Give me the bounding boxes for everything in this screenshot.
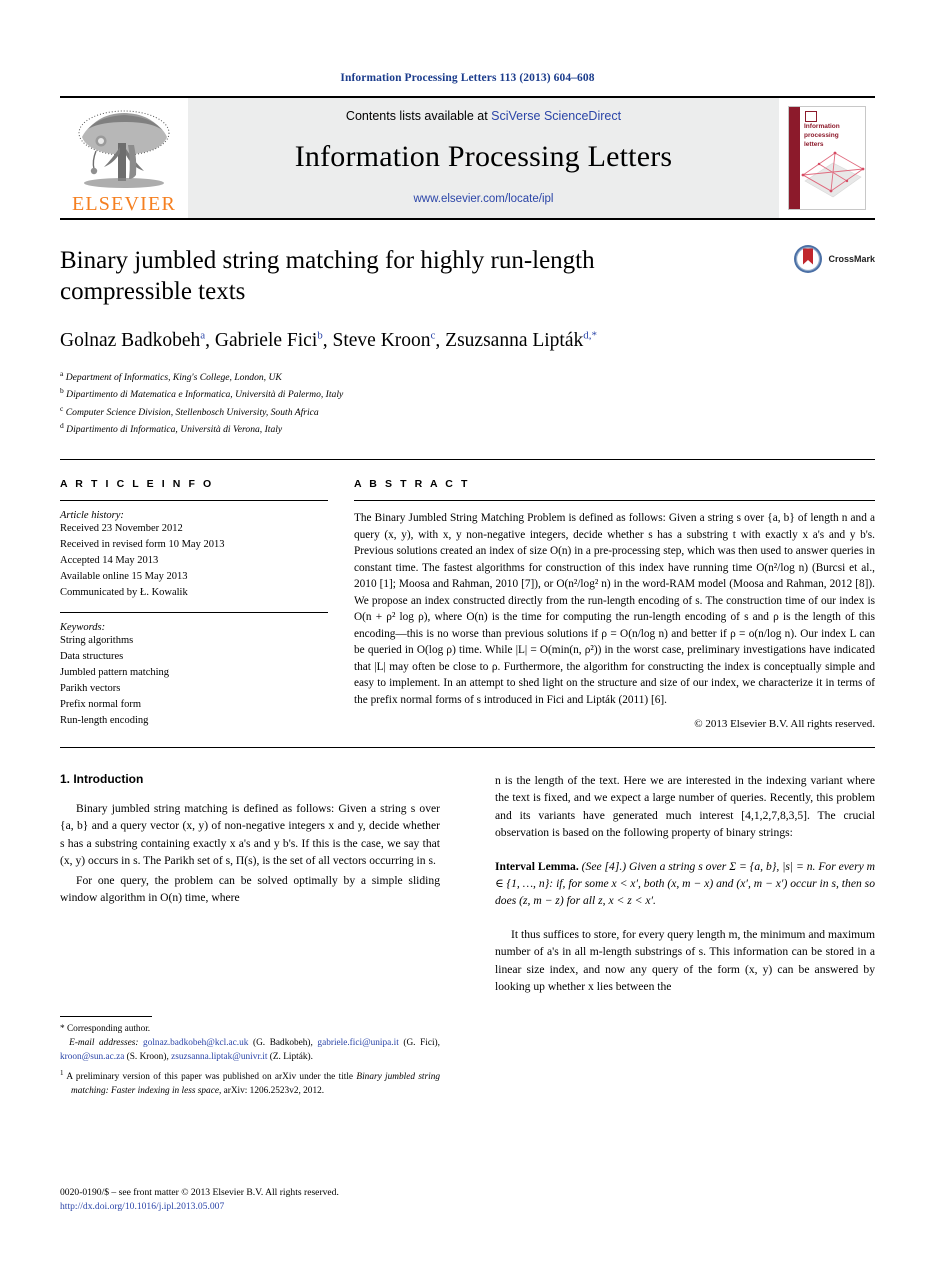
interval-lemma: Interval Lemma. (See [4].) Given a strin… [495,859,876,908]
lemma-title: Interval Lemma. [495,859,579,873]
email-note: E-mail addresses: golnaz.badkobeh@kcl.ac… [60,1037,440,1062]
divider [60,500,328,502]
footnote-rule [60,1016,152,1017]
body-columns: 1. Introduction Binary jumbled string ma… [60,748,875,997]
keywords-label: Keywords: [60,621,106,633]
keyword-item: Run-length encoding [60,714,149,726]
paragraph: n is the length of the text. Here we are… [495,774,875,840]
footnote-marker: 1 [60,1068,64,1077]
abstract-text: The Binary Jumbled String Matching Probl… [354,512,875,706]
issn-line: 0020-0190/$ – see front matter © 2013 El… [60,1187,339,1198]
email-link[interactable]: zsuzsanna.liptak@univr.it [171,1052,267,1062]
cover-artwork [801,151,865,198]
copyright-line: © 2013 Elsevier B.V. All rights reserved… [694,718,875,730]
email-link[interactable]: golnaz.badkobeh@kcl.ac.uk [143,1038,248,1048]
body-left-column: 1. Introduction Binary jumbled string ma… [60,772,440,997]
email-link[interactable]: gabriele.fici@unipa.it [317,1038,398,1048]
note-text-after: arXiv: 1206.2523v2, 2012. [223,1085,325,1096]
article-info-heading: A R T I C L E I N F O [60,478,214,491]
contents-available-line: Contents lists available at SciVerse Sci… [346,109,621,123]
affiliation-item: d Dipartimento di Informatica, Universit… [60,420,283,436]
abstract-column: A B S T R A C T The Binary Jumbled Strin… [354,478,875,730]
divider [354,500,875,502]
history-item: Accepted 14 May 2013 [60,555,159,567]
affiliation-list: a Department of Informatics, King's Coll… [60,368,875,437]
abstract-heading: A B S T R A C T [354,478,470,491]
affiliation-item: a Department of Informatics, King's Coll… [60,368,282,383]
corresponding-author-note: * Corresponding author. [60,1023,440,1037]
author-item: Golnaz Badkobeha [60,329,206,351]
keyword-item: Prefix normal form [60,698,142,710]
email-owner: (S. Kroon) [126,1051,167,1062]
elsevier-logo: ELSEVIER [60,98,188,218]
arxiv-note: 1 A preliminary version of this paper wa… [60,1068,440,1099]
email-owner: (Z. Lipták) [269,1051,311,1062]
crossmark-badge[interactable]: CrossMark [793,244,875,274]
running-head: Information Processing Letters 113 (2013… [340,72,595,84]
keyword-item: Jumbled pattern matching [60,666,170,678]
corresponding-marker: * [60,1024,65,1034]
paragraph: For one query, the problem can be solved… [60,873,440,904]
corresponding-text: Corresponding author. [66,1024,151,1034]
elsevier-wordmark: ELSEVIER [71,193,177,215]
masthead-center: Contents lists available at SciVerse Sci… [188,98,779,218]
author-item: Steve Kroonc [332,329,436,351]
elsevier-tree-icon [68,107,180,193]
journal-url[interactable]: www.elsevier.com/locate/ipl [414,193,554,205]
paragraph: It thus suffices to store, for every que… [495,927,875,993]
journal-cover-thumbnail: Information processing letters [779,98,875,218]
author-item: Zsuzsanna Liptákd,* [445,329,598,351]
note-text-before: A preliminary version of this paper was … [66,1071,354,1082]
page-title: Binary jumbled string matching for highl… [60,247,595,305]
column-gap [328,478,354,730]
doi-link[interactable]: http://dx.doi.org/10.1016/j.ipl.2013.05.… [60,1200,460,1214]
history-item: Received in revised form 10 May 2013 [60,539,225,551]
sciencedirect-link[interactable]: SciVerse ScienceDirect [491,109,621,123]
article-info-column: A R T I C L E I N F O Article history: R… [60,478,328,730]
author-list: Golnaz Badkobeha, Gabriele Ficib, Steve … [60,329,598,351]
imprint-block: 0020-0190/$ – see front matter © 2013 El… [60,1186,460,1215]
section-heading-introduction: 1. Introduction [60,772,144,786]
footnote-block: * Corresponding author. E-mail addresses… [60,1016,440,1099]
cover-image: Information processing letters [788,106,866,210]
article-history-label: Article history: [60,510,124,522]
info-abstract-section: A R T I C L E I N F O Article history: R… [60,460,875,730]
affiliation-item: b Dipartimento di Matematica e Informati… [60,386,344,401]
journal-masthead: ELSEVIER Contents lists available at Sci… [60,98,875,218]
divider [60,611,328,613]
keyword-item: String algorithms [60,634,134,646]
article-page: Information Processing Letters 113 (2013… [0,0,935,1266]
contents-prefix: Contents lists available at [345,109,488,123]
affiliation-item: c Computer Science Division, Stellenbosc… [60,403,319,418]
journal-title: Information Processing Letters [294,140,673,173]
history-item: Communicated by Ł. Kowalik [60,587,188,598]
crossmark-label: CrossMark [828,254,875,264]
email-owner: (G. Badkobeh) [253,1037,311,1048]
history-item: Available online 15 May 2013 [60,571,188,583]
email-link[interactable]: kroon@sun.ac.za [60,1052,124,1062]
column-gap [440,772,495,997]
email-owner: (G. Fici) [403,1037,438,1048]
author-item: Gabriele Ficib [214,329,323,351]
crossmark-icon [794,245,823,273]
keyword-item: Parikh vectors [60,682,121,694]
body-right-column: n is the length of the text. Here we are… [495,772,875,997]
keyword-item: Data structures [60,650,124,662]
email-label: E-mail addresses: [69,1037,139,1048]
history-item: Received 23 November 2012 [60,523,183,535]
title-block: CrossMark Binary jumbled string matching… [60,220,875,437]
paragraph: Binary jumbled string matching is define… [60,802,440,868]
